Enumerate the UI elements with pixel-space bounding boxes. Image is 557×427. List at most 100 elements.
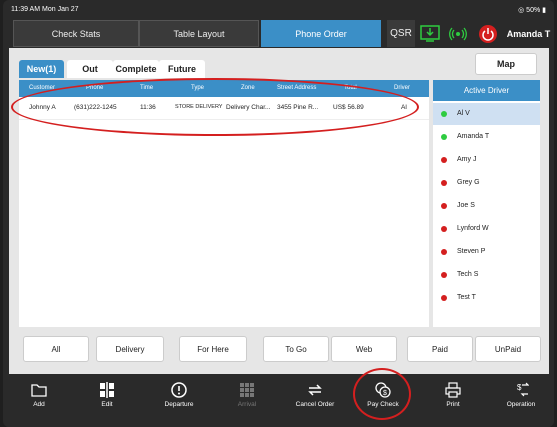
edit-grid-icon [100,382,114,398]
arrival-button[interactable]: Arrival [217,382,277,422]
print-button[interactable]: Print [423,382,483,422]
cell-address: 3455 Pine R... [277,104,319,111]
operation-button[interactable]: $ Operation [491,382,551,422]
status-time: 11:39 AM Mon Jan 27 [11,6,79,13]
status-dot-icon [441,111,447,117]
grid-icon [240,383,254,397]
filter-for-here-button[interactable]: For Here [179,336,247,362]
status-dot-icon [441,249,447,255]
coins-icon: $ [375,382,391,398]
wifi-icon: ◎ [518,7,525,14]
cancel-order-button[interactable]: Cancel Order [285,382,345,422]
filter-all-button[interactable]: All [23,336,89,362]
filter-unpaid-button[interactable]: UnPaid [475,336,541,362]
pay-check-button[interactable]: $ Pay Check [353,382,413,422]
status-dot-icon [441,180,447,186]
driver-name: Test T [457,294,476,301]
col-phone: Phone [86,85,104,91]
download-icon[interactable] [417,20,443,47]
map-button[interactable]: Map [475,53,537,75]
status-dot-icon [441,295,447,301]
edit-label: Edit [101,401,113,408]
driver-item[interactable]: Amanda T [433,126,540,148]
power-icon[interactable] [475,20,501,47]
status-dot-icon [441,226,447,232]
filter-delivery-button[interactable]: Delivery [96,336,164,362]
cell-phone: (631)222-1245 [74,104,117,111]
driver-item[interactable]: Joe S [433,195,540,217]
col-address: Street Address [277,85,317,91]
app-window: 11:39 AM Mon Jan 27 ◎ 50% ▮ Check Stats … [3,0,554,427]
active-driver-header: Active Driver [433,80,540,101]
printer-icon [445,382,461,398]
main-content: New(1) Out Complete Future Map Customer … [9,48,549,374]
table-row[interactable]: Johnny A (631)222-1245 11:36 STORE DELIV… [19,97,429,120]
bottom-toolbar: Add Edit Departure Arrival Cancel Order … [3,377,554,427]
driver-name: Steven P [457,248,486,255]
cell-time: 11:36 [140,104,156,111]
col-zone: Zone [241,85,255,91]
signal-icon[interactable] [445,20,471,47]
departure-button[interactable]: Departure [149,382,209,422]
driver-name: Lynford W [457,225,489,232]
driver-name: Amy J [457,156,477,163]
print-label: Print [446,401,460,408]
driver-item[interactable]: Tech S [433,264,540,286]
tab-check-stats[interactable]: Check Stats [13,20,139,47]
swap-arrows-icon [308,384,322,396]
filter-web-button[interactable]: Web [331,336,397,362]
svg-text:$: $ [383,390,387,397]
cell-customer: Johnny A [29,104,56,111]
battery-icon: ▮ [542,7,546,14]
col-type: Type [191,85,205,91]
col-driver: Driver [394,85,410,91]
subtab-out[interactable]: Out [67,60,113,78]
filter-to-go-button[interactable]: To Go [263,336,329,362]
table-header: Customer Phone Time Type Zone Street Add… [19,80,429,97]
user-name[interactable]: Amanda T [503,20,554,47]
filter-paid-button[interactable]: Paid [407,336,473,362]
cell-driver: Al [401,104,407,111]
driver-name: Al V [457,110,470,117]
arrival-label: Arrival [237,401,257,408]
pay-check-label: Pay Check [367,401,399,408]
add-label: Add [33,401,45,408]
filter-bar: All Delivery For Here To Go Web Paid UnP… [9,336,549,366]
driver-name: Amanda T [457,133,490,140]
svg-text:$: $ [517,383,522,392]
qsr-button[interactable]: QSR [387,20,415,47]
status-bar: 11:39 AM Mon Jan 27 ◎ 50% ▮ [3,0,554,20]
cell-zone: Delivery Char... [226,104,271,111]
status-dot-icon [441,272,447,278]
driver-item[interactable]: Al V [433,103,540,125]
status-right: ◎ 50% ▮ [518,6,546,14]
driver-name: Tech S [457,271,479,278]
driver-item[interactable]: Amy J [433,149,540,171]
tab-table-layout[interactable]: Table Layout [139,20,259,47]
cancel-order-label: Cancel Order [295,401,335,408]
driver-item[interactable]: Lynford W [433,218,540,240]
col-customer: Customer [29,85,56,91]
driver-item[interactable]: Test T [433,287,540,309]
driver-name: Joe S [457,202,475,209]
alert-icon [171,382,187,398]
dollar-swap-icon: $ [517,382,529,397]
active-driver-panel: Active Driver Al V Amanda T Amy J Grey G… [433,80,540,327]
driver-item[interactable]: Steven P [433,241,540,263]
col-total: Total [344,85,357,91]
tab-phone-order[interactable]: Phone Order [261,20,381,47]
subtab-future[interactable]: Future [159,60,205,78]
subtab-new[interactable]: New(1) [19,60,64,78]
cell-total: US$ 56.89 [333,104,364,111]
driver-name: Grey G [457,179,480,186]
status-dot-icon [441,203,447,209]
subtab-complete[interactable]: Complete [113,60,159,78]
top-nav: Check Stats Table Layout Phone Order QSR… [3,20,554,48]
edit-button[interactable]: Edit [77,382,137,422]
status-dot-icon [441,134,447,140]
driver-item[interactable]: Grey G [433,172,540,194]
folder-icon [31,384,47,397]
status-dot-icon [441,157,447,163]
add-button[interactable]: Add [9,382,69,422]
battery-label: 50% [526,7,541,14]
